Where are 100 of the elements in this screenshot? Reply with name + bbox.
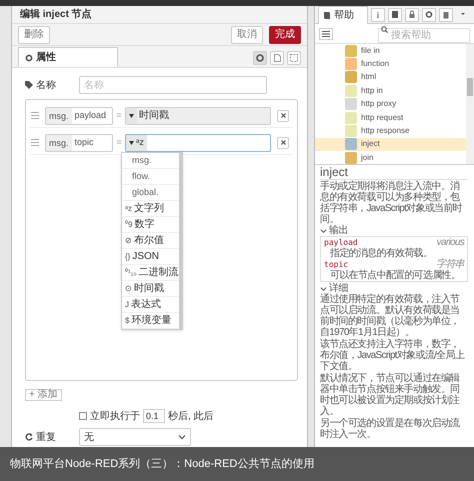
help-paragraph: 默认情况下，节点可以通过在编辑器中单击节点按钮来手动触发。同时也可以被设置为定期或按计划注入。 [320,373,461,417]
type-icon: ⁰9 [125,218,132,230]
node-label: inject [361,138,380,150]
node-label: http response [361,125,410,138]
help-paragraph: 手动或定期得将消息注入流中。消息的有效荷载可以为多种类型，包括字符串，JavaScript对象或当前时间。 [320,181,464,225]
node-list-item[interactable]: html [315,70,466,84]
document-icon[interactable] [270,51,284,65]
chevron-icon [320,228,327,234]
node-list-item[interactable]: inject [315,138,466,152]
menu-item-label: 文字列 [134,202,164,216]
menu-item-label: JSON [132,250,160,264]
tag-icon [25,81,33,89]
info-button[interactable]: i [371,8,385,22]
refresh-icon [25,433,33,441]
menu-item-label: 时间戳 [134,282,164,296]
equals-sign: = [115,136,123,149]
node-label: http proxy [361,98,396,110]
msg-prefix: msg. [46,134,72,150]
property-type: 字符串 [436,259,464,270]
chevron-icon [178,434,186,440]
equals-sign: = [115,108,123,122]
add-button[interactable]: + 添加 [25,389,62,401]
help-paragraph: 通过使用特定的有效荷载，注入节点可以启动流。默认有效荷载是当前时间的时间戳（以毫秒为单位，自1970年1月1日起）。 [320,294,461,338]
frame-icon[interactable] [287,51,301,65]
type-icon: {} [125,250,130,262]
menu-item-label: 数字 [134,218,154,232]
msg-prefix: msg. [46,108,72,124]
help-paragraph: 另一个可选的设置是在每次启动流时注入一次。 [320,418,461,440]
name-input[interactable]: 名称 [79,76,267,94]
type-icon: ᵃz [125,202,132,214]
node-list-item[interactable]: file in [315,44,466,58]
node-label: file in [361,44,380,57]
node-label: html [361,71,376,84]
type-icon: ⊘ [125,234,132,246]
menu-item-label: global. [131,186,159,199]
chevron-icon [320,286,327,292]
menu-item-label: msg. [131,154,152,167]
lock-icon[interactable] [405,8,419,22]
section-heading[interactable]: 详细 [329,283,348,294]
delay-suffix: 秒后, 此后 [168,410,214,424]
node-list-item[interactable]: join [315,151,466,164]
remove-button[interactable] [277,136,289,148]
value-field[interactable]: 时间戳 [125,106,271,124]
repeat-label: 重复 [36,430,56,444]
value-type: 时间戳 [138,108,170,123]
property-name: topic [324,259,348,270]
property-name: payload [324,237,358,248]
node-list-item[interactable]: function [315,57,466,71]
caret-icon [129,140,134,144]
settings-icon[interactable] [422,8,436,22]
scrollbar[interactable] [466,44,474,164]
properties-tab[interactable]: 属性 [18,47,118,67]
node-list-item[interactable]: http in [315,84,466,98]
property-type: various [436,237,464,248]
close-icon [280,113,286,118]
remove-button[interactable] [277,110,289,122]
list-icon[interactable] [319,28,333,40]
drag-handle-icon [31,112,39,119]
property-field[interactable]: msg. topic [45,134,113,152]
search-field[interactable]: 搜索帮助 [378,28,470,42]
type-icon: $ [125,314,130,326]
type-selector[interactable] [126,108,137,124]
node-list-item[interactable]: http response [315,124,466,138]
scrollbar[interactable] [178,153,182,329]
tray-title: 编辑 inject 节点 [12,6,307,24]
help-tab[interactable]: 帮助 [318,6,368,24]
caret-icon [129,114,134,118]
help-paragraph: 该节点还支持注入字符串，数字，布尔值，JavaScript对象或流/全局上下文值。 [320,339,466,372]
search-icon [381,26,388,32]
node-label: join [361,152,374,164]
close-icon [280,140,286,145]
cancel-button[interactable]: 取消 [231,26,263,44]
node-label: http in [361,84,383,97]
done-button[interactable]: 完成 [269,26,301,44]
property-description: 指定的消息的有效荷载。 [329,248,434,259]
property-name: topic [74,136,95,149]
menu-item-label: 环境变量 [131,314,172,328]
settings-icon[interactable] [253,51,267,65]
menu-item-label: flow. [131,170,150,183]
delete-button[interactable]: 删除 [18,26,50,44]
section-heading[interactable]: 输出 [329,225,348,236]
drag-handle-icon [31,139,39,146]
repeat-value: 无 [84,430,94,444]
node-list-item[interactable]: http proxy [315,98,466,111]
node-label: http request [361,112,404,124]
type-icon: ⊙ [125,282,132,294]
caption-bar: 物联网平台Node-RED系列（三）：Node-RED公共节点的使用 [0,447,474,481]
once-checkbox[interactable] [79,412,87,420]
type-icon: J [125,298,129,310]
type-selector[interactable]: ᵃz [126,134,147,150]
once-label: 立即执行于 [90,410,140,424]
menu-item-label: 布尔值 [134,234,164,248]
repeat-select[interactable]: 无 [79,428,191,446]
menu-item-label: 表达式 [131,298,161,312]
node-label: function [361,58,390,70]
value-field[interactable]: ᵃz [125,134,271,152]
delay-input[interactable]: 0.1 [143,409,165,423]
scrollbar-thumb[interactable] [467,78,473,96]
property-field[interactable]: msg. payload [45,106,113,124]
node-list-item[interactable]: http request [315,110,466,124]
